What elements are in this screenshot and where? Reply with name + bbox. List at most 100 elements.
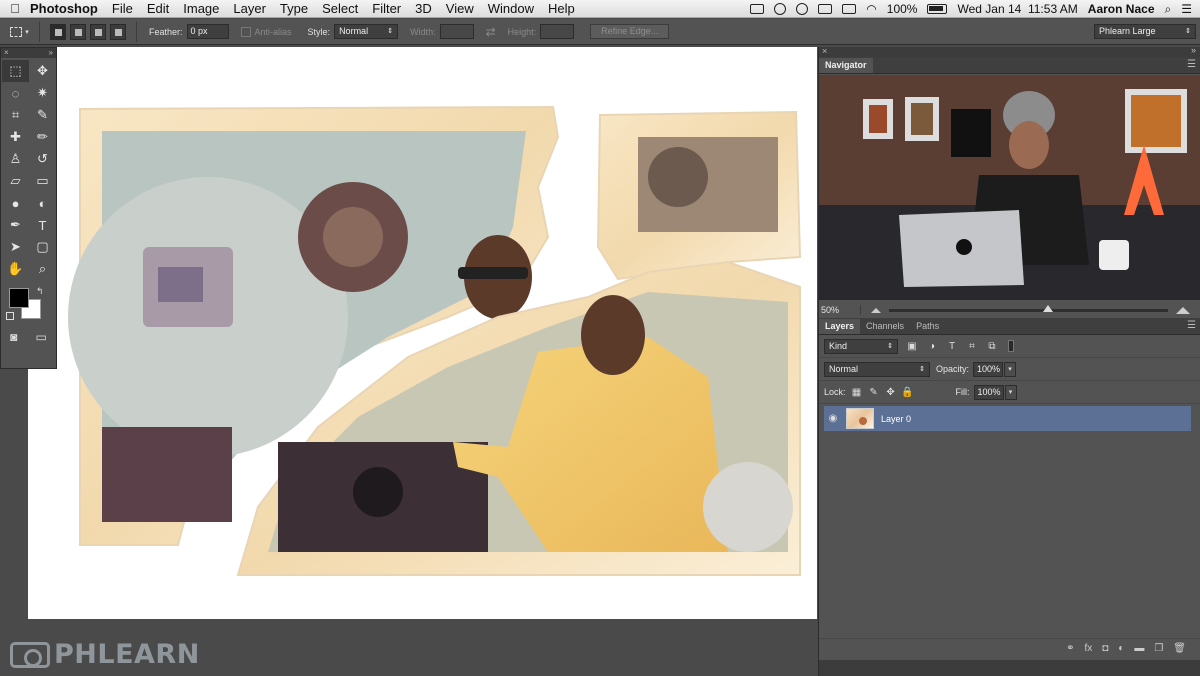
workspace-select[interactable]: Phlearn Large ⇕ xyxy=(1094,24,1196,39)
smart-object-filter-icon[interactable]: ⧉ xyxy=(986,340,998,352)
menu-file[interactable]: File xyxy=(112,1,133,16)
blend-mode-select[interactable]: Normal ⇕ xyxy=(824,361,930,377)
fill-dropdown-icon[interactable]: ▾ xyxy=(1004,384,1017,400)
type-tool-icon[interactable]: T xyxy=(29,214,56,236)
menu-3d[interactable]: 3D xyxy=(415,1,432,16)
type-filter-icon[interactable]: T xyxy=(946,340,958,352)
menu-help[interactable]: Help xyxy=(548,1,575,16)
pen-tool-icon[interactable]: ✒ xyxy=(2,214,29,236)
width-input[interactable] xyxy=(439,24,474,39)
dodge-tool-icon[interactable]: ◐ xyxy=(29,192,56,214)
refine-edge-button[interactable]: Refine Edge... xyxy=(590,24,670,39)
tool-preset-picker[interactable]: ▾ xyxy=(0,21,40,42)
panel-menu-icon[interactable]: ☰ xyxy=(1187,320,1196,331)
filter-toggle[interactable] xyxy=(1008,340,1014,352)
canvas-area[interactable]: PHLEARN xyxy=(0,47,817,676)
default-colors-icon[interactable] xyxy=(6,312,14,320)
airplay-icon[interactable] xyxy=(842,4,857,14)
hand-tool-icon[interactable]: ✋ xyxy=(2,258,29,280)
link-layers-icon[interactable]: ⚭ xyxy=(1066,643,1074,654)
collapse-icon[interactable]: » xyxy=(1191,45,1196,55)
close-icon[interactable]: × xyxy=(4,48,9,57)
rectangle-tool-icon[interactable]: ▢ xyxy=(29,236,56,258)
menu-type[interactable]: Type xyxy=(280,1,308,16)
height-input[interactable] xyxy=(540,24,575,39)
display-icon[interactable] xyxy=(818,4,833,14)
opacity-dropdown-icon[interactable]: ▾ xyxy=(1004,361,1017,377)
notification-center-icon[interactable]: ☰ xyxy=(1181,2,1192,16)
new-group-icon[interactable]: ▬ xyxy=(1134,643,1144,654)
eraser-tool-icon[interactable]: ▱ xyxy=(2,170,29,192)
zoom-in-icon[interactable] xyxy=(1176,306,1190,314)
panel-menu-icon[interactable]: ☰ xyxy=(1187,59,1196,70)
zoom-tool-icon[interactable]: ⌕ xyxy=(29,258,56,280)
sync-icon[interactable] xyxy=(796,3,809,15)
eyedropper-tool-icon[interactable]: ✎ xyxy=(29,104,56,126)
blur-tool-icon[interactable]: ● xyxy=(2,192,29,214)
move-tool-icon[interactable]: ✥ xyxy=(29,60,56,82)
tools-panel-header[interactable]: × » xyxy=(1,48,56,58)
tab-paths[interactable]: Paths xyxy=(910,319,945,334)
tab-navigator[interactable]: Navigator xyxy=(819,58,873,73)
add-mask-icon[interactable]: ◘ xyxy=(1102,643,1108,654)
zoom-out-icon[interactable] xyxy=(871,307,881,313)
menu-image[interactable]: Image xyxy=(183,1,219,16)
new-layer-icon[interactable]: ❐ xyxy=(1154,643,1163,654)
menu-filter[interactable]: Filter xyxy=(372,1,401,16)
layer-style-icon[interactable]: fx xyxy=(1084,643,1092,654)
path-selection-tool-icon[interactable]: ➤ xyxy=(2,236,29,258)
foreground-color-swatch[interactable] xyxy=(9,288,29,308)
lock-all-icon[interactable]: 🔒 xyxy=(901,386,913,398)
menu-window[interactable]: Window xyxy=(488,1,534,16)
rectangular-marquee-tool-icon[interactable]: ⬚ xyxy=(2,60,29,82)
shape-filter-icon[interactable]: ⌗ xyxy=(966,340,978,352)
feather-input[interactable]: 0 px xyxy=(186,24,229,39)
swap-colors-icon[interactable]: ↰ xyxy=(36,286,44,297)
wifi-icon[interactable]: ◠ xyxy=(866,2,876,16)
menu-layer[interactable]: Layer xyxy=(233,1,266,16)
subtract-from-selection-button[interactable] xyxy=(90,23,106,40)
quick-mask-icon[interactable]: ◙ xyxy=(10,330,17,344)
close-icon[interactable]: × xyxy=(822,46,827,56)
battery-icon[interactable] xyxy=(927,4,948,14)
trash-icon[interactable]: 🗑 xyxy=(1173,643,1186,654)
spotlight-search-icon[interactable]: ⌕ xyxy=(1165,2,1172,17)
clone-stamp-tool-icon[interactable]: ♙ xyxy=(2,148,29,170)
collapse-icon[interactable]: » xyxy=(49,48,53,58)
style-select[interactable]: Normal ⇕ xyxy=(334,24,399,39)
menu-select[interactable]: Select xyxy=(322,1,358,16)
lock-position-icon[interactable]: ✥ xyxy=(885,386,897,398)
zoom-value[interactable]: 50% xyxy=(819,305,861,315)
adjustment-filter-icon[interactable]: ◑ xyxy=(926,340,938,352)
layer-name[interactable]: Layer 0 xyxy=(881,414,911,424)
screen-mode-icon[interactable]: ▭ xyxy=(36,330,47,344)
menu-app-name[interactable]: Photoshop xyxy=(30,1,98,16)
clock[interactable]: Wed Jan 14 11:53 AM xyxy=(957,2,1077,16)
camera-icon[interactable] xyxy=(750,4,765,14)
visibility-eye-icon[interactable]: ◉ xyxy=(824,413,842,424)
magic-wand-tool-icon[interactable]: ✷ xyxy=(29,82,56,104)
healing-brush-tool-icon[interactable]: ✚ xyxy=(2,126,29,148)
lock-transparent-pixels-icon[interactable]: ▦ xyxy=(851,386,863,398)
intersect-selection-button[interactable] xyxy=(110,23,126,40)
add-to-selection-button[interactable] xyxy=(70,23,86,40)
lock-image-pixels-icon[interactable]: ✎ xyxy=(868,386,880,398)
pixel-filter-icon[interactable]: ▣ xyxy=(906,340,918,352)
fill-input[interactable]: 100% xyxy=(973,384,1004,400)
opacity-input[interactable]: 100% xyxy=(973,361,1004,377)
antialias-checkbox[interactable] xyxy=(240,26,251,37)
adjustment-layer-icon[interactable]: ◐ xyxy=(1118,643,1124,654)
new-selection-button[interactable] xyxy=(50,23,66,40)
tab-layers[interactable]: Layers xyxy=(819,319,861,334)
filter-kind-select[interactable]: Kind ⇕ xyxy=(824,338,898,354)
gradient-tool-icon[interactable]: ▭ xyxy=(29,170,56,192)
navigator-preview[interactable] xyxy=(819,75,1200,300)
tab-channels[interactable]: Channels xyxy=(860,319,910,334)
swap-width-height-icon[interactable]: ⇄ xyxy=(486,25,496,39)
menu-view[interactable]: View xyxy=(446,1,474,16)
document-canvas[interactable] xyxy=(28,47,817,619)
apple-icon[interactable]:  xyxy=(0,1,30,16)
zoom-slider[interactable] xyxy=(889,304,1168,312)
crop-tool-icon[interactable]: ⌗ xyxy=(2,104,29,126)
history-brush-tool-icon[interactable]: ↺ xyxy=(29,148,56,170)
